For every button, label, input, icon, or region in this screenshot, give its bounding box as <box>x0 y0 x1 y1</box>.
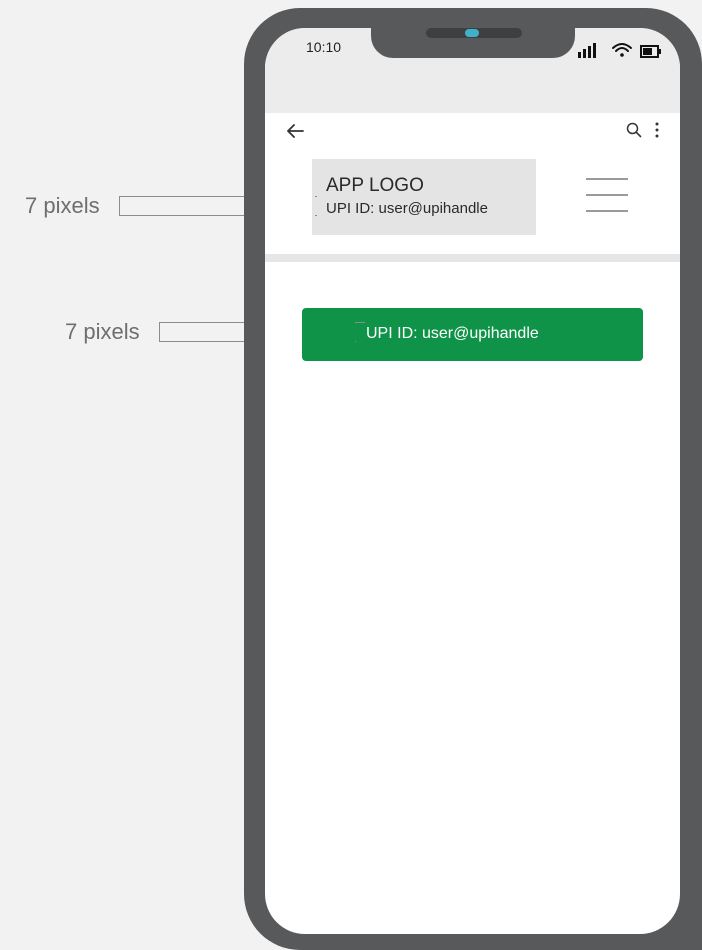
upi-id-button-label: UPI ID: user@upihandle <box>366 325 539 342</box>
camera-icon <box>465 29 479 37</box>
annotation-leader-line <box>315 215 317 216</box>
annotation-leader-line <box>315 196 317 197</box>
status-bar: 10:10 <box>265 28 680 113</box>
signal-icon <box>578 43 596 58</box>
status-time: 10:10 <box>306 39 342 55</box>
system-icons <box>578 40 668 62</box>
back-arrow-icon[interactable] <box>285 121 305 141</box>
hamburger-menu-icon[interactable] <box>586 178 628 213</box>
app-logo: APP LOGO <box>326 175 424 196</box>
phone-screen: 10:10 APP LOGO UPI ID: user@upihandle UP… <box>265 28 680 934</box>
spacing-annotation-label: 7 pixels <box>25 193 100 218</box>
annotation-leader-line <box>355 322 365 323</box>
wifi-icon <box>612 43 632 57</box>
upi-id-text: UPI ID: user@upihandle <box>326 200 488 217</box>
app-logo-header: APP LOGO UPI ID: user@upihandle <box>312 159 536 235</box>
header-divider <box>265 254 680 262</box>
phone-notch <box>371 28 575 58</box>
more-vertical-icon[interactable] <box>653 121 661 139</box>
spacing-annotation-label: 7 pixels <box>65 319 140 344</box>
app-top-bar <box>265 113 680 153</box>
annotation-leader-line <box>355 341 356 342</box>
upi-id-button[interactable]: UPI ID: user@upihandle <box>302 308 643 361</box>
speaker-grille <box>426 28 522 38</box>
battery-icon <box>640 45 661 58</box>
search-icon[interactable] <box>626 122 642 138</box>
